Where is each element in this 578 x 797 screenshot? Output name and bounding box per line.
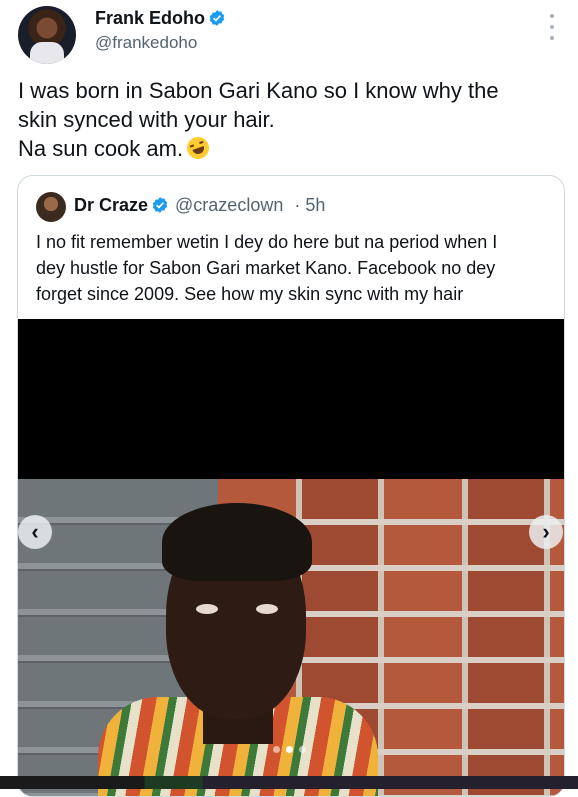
person-hair [162,503,312,581]
author-name[interactable]: Frank Edoho [95,8,205,28]
quote-line: I no fit remember wetin I dey do here bu… [36,232,498,252]
quote-line: forget since 2009. See how my skin sync … [36,284,464,304]
quote-author-avatar[interactable] [36,192,66,222]
verified-badge-icon [209,10,225,26]
carousel-dot[interactable] [273,746,280,753]
bottom-strip [0,776,578,789]
quote-author-handle[interactable]: @crazeclown [175,195,283,215]
carousel-dot[interactable] [299,746,306,753]
author-avatar[interactable] [18,6,76,64]
author-handle[interactable]: @frankedoho [95,33,197,53]
person-eye [196,604,218,614]
person-eye [256,604,278,614]
laughing-emoji-icon [183,133,213,163]
tweet-text: I was born in Sabon Gari Kano so I know … [18,76,558,163]
tweet-line: I was born in Sabon Gari Kano so I know … [18,78,499,103]
quote-timestamp[interactable]: · 5h [294,195,325,215]
author-name-row[interactable]: Frank Edoho [95,8,226,29]
quote-header: Dr Craze @crazeclown · 5h [74,195,325,216]
media-carousel[interactable]: ‹ › [18,319,564,796]
quoted-tweet-card[interactable]: Dr Craze @crazeclown · 5h I no fit rememb… [17,175,565,797]
verified-badge-icon [152,197,168,213]
tweet-line: skin synced with your hair. [18,107,275,132]
carousel-next-button[interactable]: › [529,515,563,549]
carousel-dot[interactable] [286,746,293,753]
carousel-dots [273,746,306,753]
quote-author-name[interactable]: Dr Craze [74,195,148,215]
carousel-prev-button[interactable]: ‹ [18,515,52,549]
more-options-icon[interactable] [545,14,559,40]
tweet-line: Na sun cook am. [18,133,558,163]
quote-text: I no fit remember wetin I dey do here bu… [36,229,551,307]
quote-line: dey hustle for Sabon Gari market Kano. F… [36,258,496,278]
